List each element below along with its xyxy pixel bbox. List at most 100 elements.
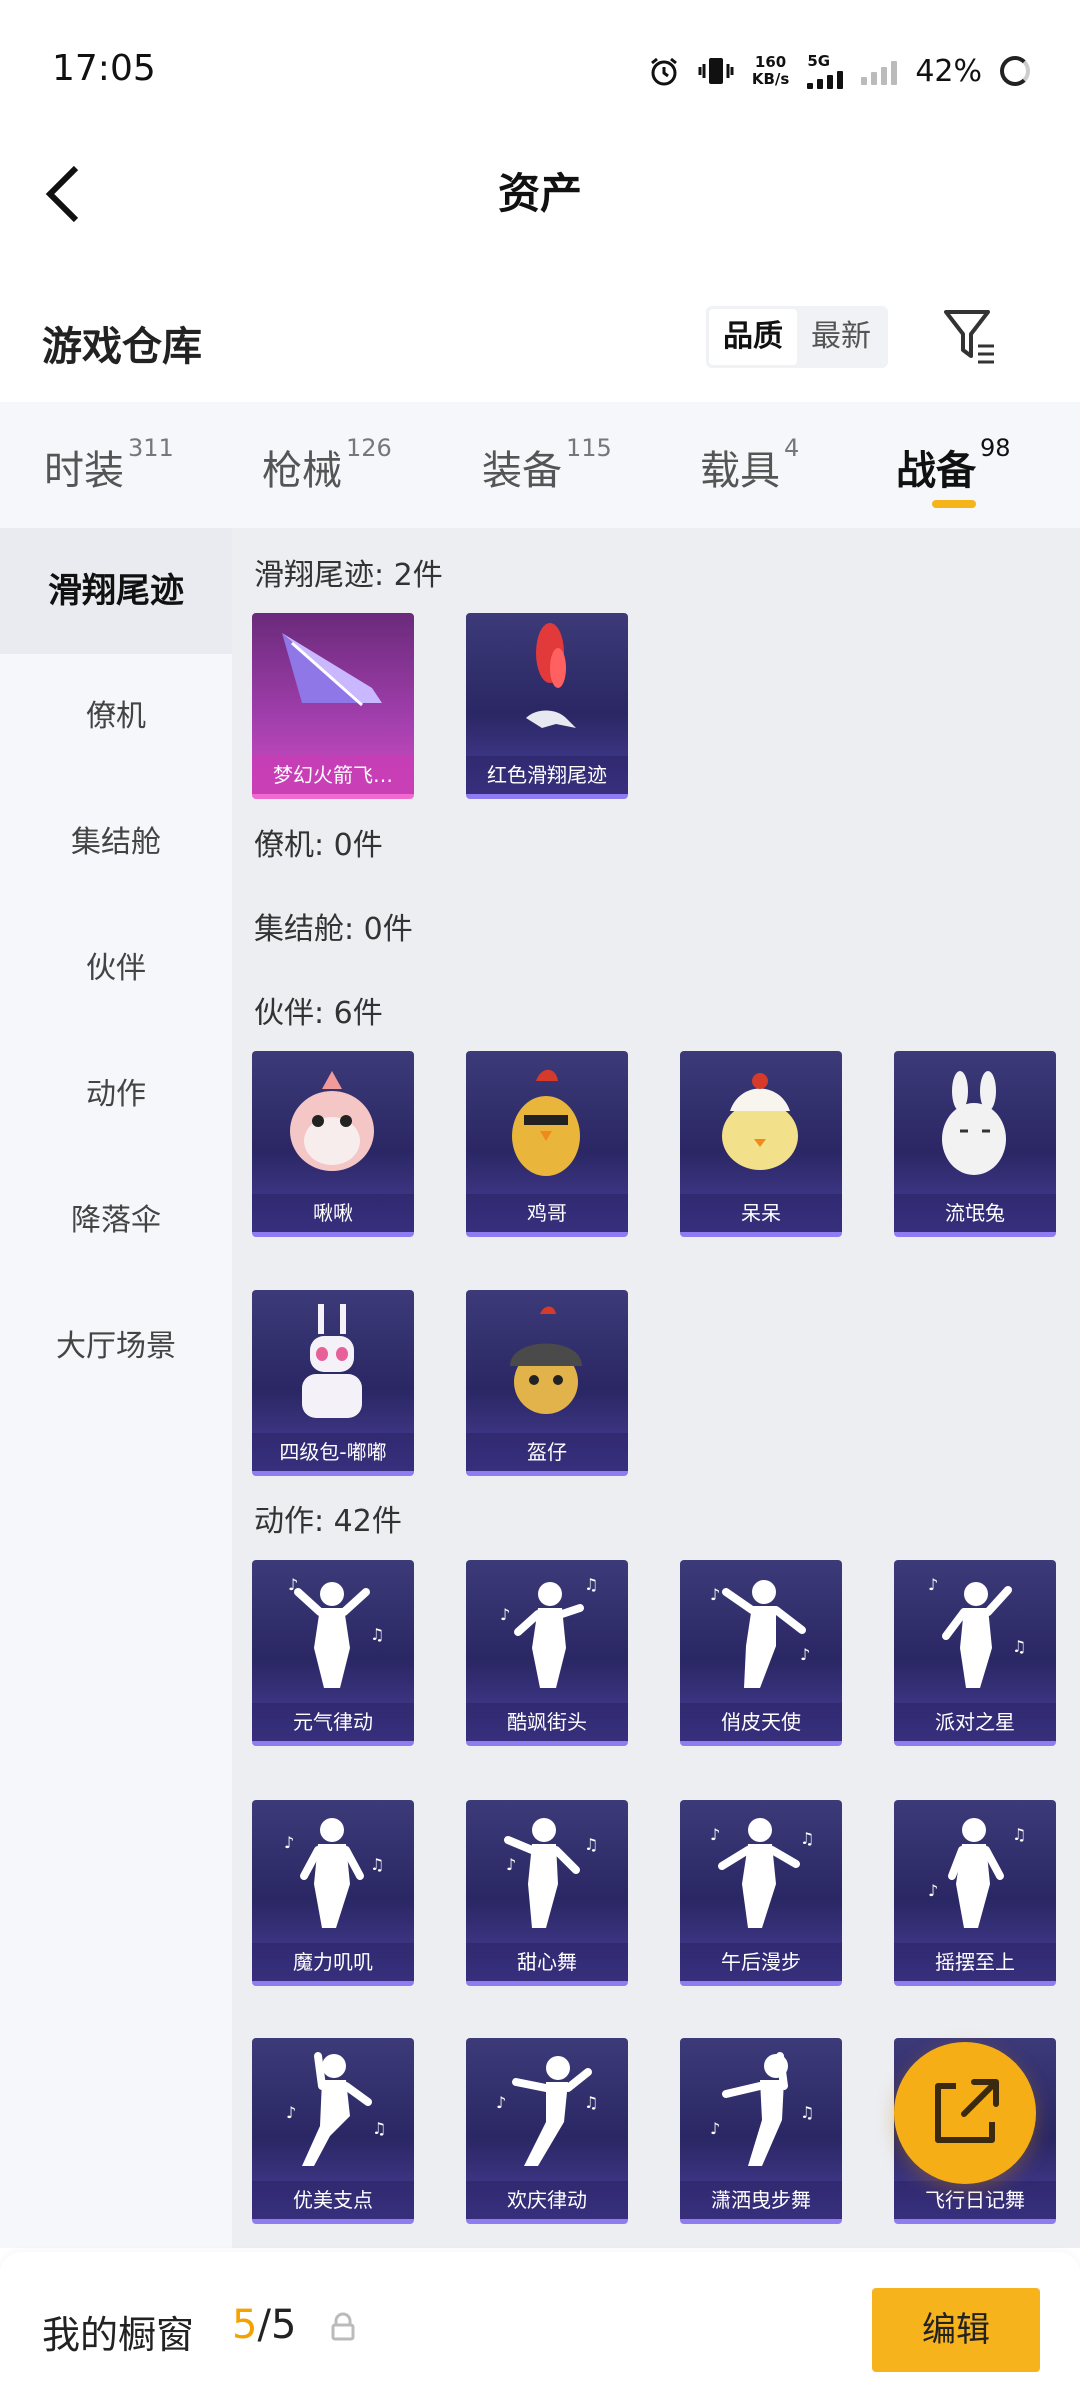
dance-figure-art: ♪♫ xyxy=(928,1575,1026,1688)
category-tabs: 时装 311 枪械 126 装备 115 载具 4 战备 98 xyxy=(0,402,1080,528)
dance-figure-art: ♪♫ xyxy=(288,1575,384,1688)
battery-ring-icon xyxy=(1000,56,1030,86)
tab-combat-gear[interactable]: 战备 98 xyxy=(896,402,1011,528)
item-card[interactable]: ♪ ♫ 酷飒街头 xyxy=(466,1560,628,1746)
item-card[interactable]: ♪ ♫ 元气律动 xyxy=(252,1560,414,1746)
svg-text:♫: ♫ xyxy=(372,2119,386,2138)
vibrate-icon xyxy=(698,58,734,84)
section-title-pod: 集结舱: 0件 xyxy=(254,912,413,947)
svg-text:♪: ♪ xyxy=(710,1585,720,1604)
svg-text:♪: ♪ xyxy=(710,2119,720,2138)
svg-text:♫: ♫ xyxy=(1012,1637,1026,1656)
item-card[interactable]: 梦幻火箭飞… xyxy=(252,613,414,799)
page-title: 资产 xyxy=(497,169,582,218)
item-card[interactable]: ♪ ♫ 午后漫步 xyxy=(680,1800,842,1986)
section-title-wingman: 僚机: 0件 xyxy=(254,828,383,863)
item-grid: 滑翔尾迹: 2件 梦幻火箭飞… 红色滑翔尾迹 僚机: 0件 集结舱: 0件 伙伴… xyxy=(232,528,1080,2248)
chick-art xyxy=(722,1073,798,1170)
item-card[interactable]: ♪ ♫ 甜心舞 xyxy=(466,1800,628,1986)
subcategory-nav: 滑翔尾迹 僚机 集结舱 伙伴 动作 降落伞 大厅场景 xyxy=(0,528,232,2248)
nav-emote[interactable]: 动作 xyxy=(0,1032,232,1158)
alarm-icon xyxy=(650,57,677,86)
tab-guns[interactable]: 枪械 126 xyxy=(262,402,392,528)
dance-figure-art: ♪♫ xyxy=(286,2052,386,2166)
svg-text:♫: ♫ xyxy=(584,2093,598,2112)
item-card[interactable]: 啾啾 xyxy=(252,1051,414,1237)
nav-assembly-pod[interactable]: 集结舱 xyxy=(0,780,232,906)
showcase-count: 5/5 xyxy=(232,2302,297,2348)
item-card[interactable]: ♪ ♫ 摇摆至上 xyxy=(894,1800,1056,1986)
section-title-glide: 滑翔尾迹: 2件 xyxy=(254,558,443,593)
net-speed: 160 KB/s xyxy=(751,53,790,88)
nav-wingman[interactable]: 僚机 xyxy=(0,654,232,780)
cell-signal-5g: 5G xyxy=(807,53,844,89)
battery-percent: 42% xyxy=(915,53,982,89)
svg-text:♪: ♪ xyxy=(928,1881,938,1900)
svg-text:♫: ♫ xyxy=(584,1575,598,1594)
dance-figure-art: ♪♫ xyxy=(284,1818,384,1928)
svg-text:♪: ♪ xyxy=(496,2093,506,2112)
svg-text:♪: ♪ xyxy=(800,1645,810,1664)
dance-figure-art: ♪♫ xyxy=(710,1818,814,1928)
item-card[interactable]: 盔仔 xyxy=(466,1290,628,1476)
item-card[interactable]: 流氓兔 xyxy=(894,1051,1056,1237)
nav-parachute[interactable]: 降落伞 xyxy=(0,1158,232,1284)
filter-button[interactable] xyxy=(940,304,1000,368)
filter-icon xyxy=(944,310,994,364)
sort-toggle: 品质 最新 xyxy=(706,306,888,368)
tab-vehicles[interactable]: 载具 4 xyxy=(700,402,799,528)
svg-text:♪: ♪ xyxy=(506,1855,516,1874)
svg-text:♫: ♫ xyxy=(800,1829,814,1848)
red-trail-art xyxy=(526,623,576,728)
tab-active-indicator xyxy=(932,500,976,508)
item-card[interactable]: 红色滑翔尾迹 xyxy=(466,613,628,799)
status-bar: 17:05 160 KB/s 5G 42% xyxy=(0,0,1080,140)
sort-newest[interactable]: 最新 xyxy=(797,309,885,365)
warehouse-title: 游戏仓库 xyxy=(42,324,202,370)
helmet-chick-art xyxy=(510,1306,582,1414)
signal-2-icon xyxy=(861,57,898,85)
pink-bird-art xyxy=(290,1071,374,1171)
warehouse-header: 游戏仓库 品质 最新 xyxy=(0,300,1080,400)
svg-text:♫: ♫ xyxy=(1012,1825,1026,1844)
status-icons: 160 KB/s 5G 42% xyxy=(648,46,1030,96)
item-card[interactable]: 鸡哥 xyxy=(466,1051,628,1237)
item-card[interactable]: ♪ ♫ 欢庆律动 xyxy=(466,2038,628,2224)
status-time: 17:05 xyxy=(52,48,156,89)
item-card[interactable]: ♪ ♫ 优美支点 xyxy=(252,2038,414,2224)
nav-glide-trail[interactable]: 滑翔尾迹 xyxy=(0,528,232,654)
rabbit-art xyxy=(942,1071,1006,1175)
svg-text:♫: ♫ xyxy=(370,1855,384,1874)
tab-fashion[interactable]: 时装 311 xyxy=(44,402,174,528)
robot-rabbit-art xyxy=(302,1304,362,1418)
chicken-art xyxy=(512,1069,580,1176)
svg-text:♪: ♪ xyxy=(500,1605,510,1624)
svg-text:♪: ♪ xyxy=(710,1825,720,1844)
dance-figure-art: ♪♫ xyxy=(500,1575,598,1688)
svg-text:♫: ♫ xyxy=(370,1625,384,1644)
item-card[interactable]: ♪ ♫ 魔力叽叽 xyxy=(252,1800,414,1986)
dance-figure-art: ♪♫ xyxy=(504,1818,598,1928)
item-card[interactable]: ♪ ♫ 潇洒曳步舞 xyxy=(680,2038,842,2224)
item-card[interactable]: ♪ ♪ 俏皮天使 xyxy=(680,1560,842,1746)
item-card[interactable]: 呆呆 xyxy=(680,1051,842,1237)
dance-figure-art: ♪♫ xyxy=(496,2056,598,2166)
nav-partner[interactable]: 伙伴 xyxy=(0,906,232,1032)
dance-figure-art: ♪♪ xyxy=(710,1580,810,1688)
svg-text:♫: ♫ xyxy=(584,1835,598,1854)
share-button[interactable] xyxy=(894,2042,1036,2184)
nav-lobby-scene[interactable]: 大厅场景 xyxy=(0,1284,232,1410)
item-card[interactable]: ♪ ♫ 派对之星 xyxy=(894,1560,1056,1746)
tab-equipment[interactable]: 装备 115 xyxy=(482,402,612,528)
svg-text:♫: ♫ xyxy=(800,2103,814,2122)
signal-icon xyxy=(807,69,844,89)
item-card[interactable]: 四级包-嘟嘟 xyxy=(252,1290,414,1476)
edit-button[interactable]: 编辑 xyxy=(872,2288,1040,2372)
sort-quality[interactable]: 品质 xyxy=(709,309,797,365)
dance-figure-art: ♪♫ xyxy=(710,2052,814,2166)
share-icon xyxy=(935,2079,999,2143)
dance-figure-art: ♪♫ xyxy=(928,1818,1026,1928)
section-title-emote: 动作: 42件 xyxy=(254,1504,402,1539)
showcase-label: 我的橱窗 xyxy=(42,2313,195,2357)
svg-text:♪: ♪ xyxy=(288,1575,298,1594)
